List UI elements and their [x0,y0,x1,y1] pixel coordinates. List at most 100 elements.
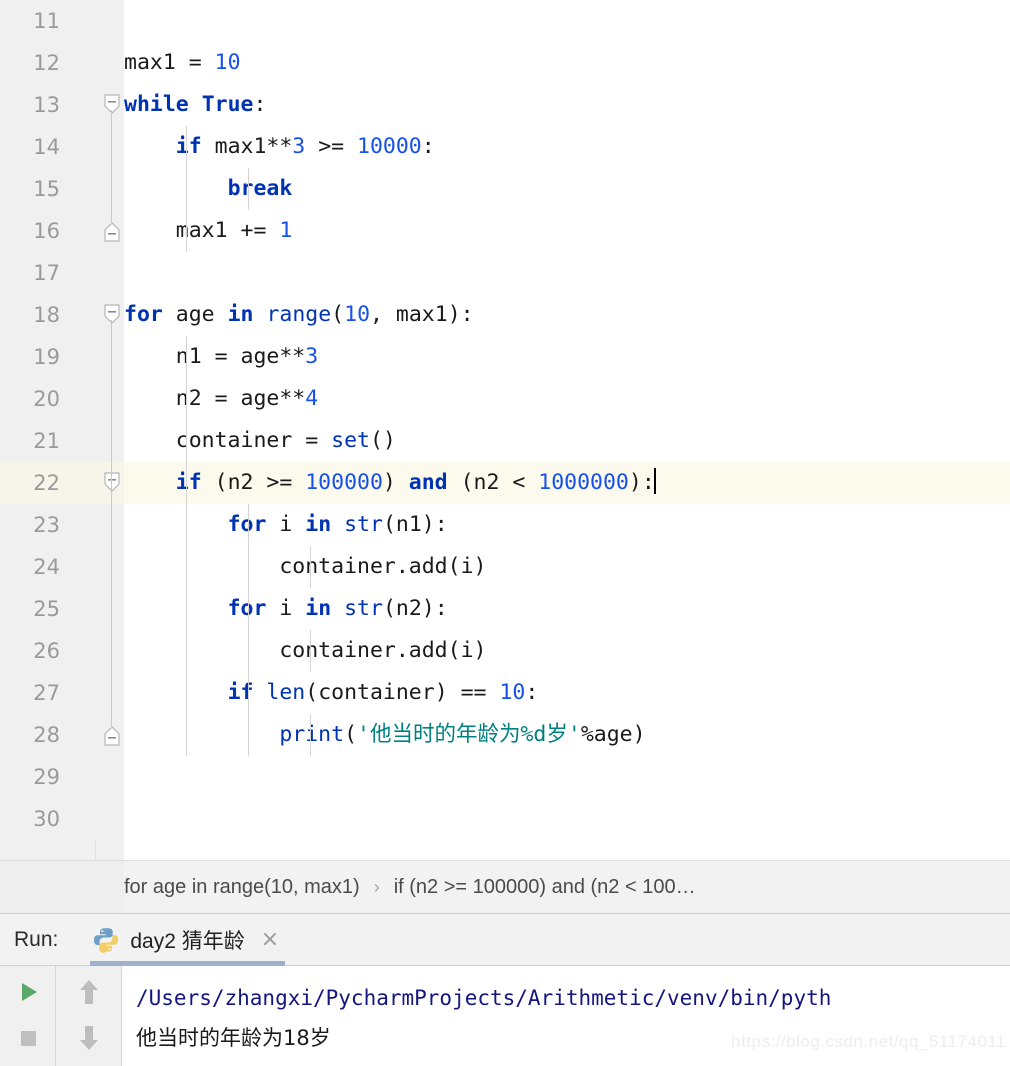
arrow-down-icon[interactable] [66,1020,112,1056]
breadcrumb-item-1[interactable]: if (n2 >= 100000) and (n2 < 100… [394,876,696,899]
run-console: /Users/zhangxi/PycharmProjects/Arithmeti… [0,966,1010,1066]
line-number: 28 [33,723,60,747]
line-background [124,756,1010,798]
fold-collapse-down-icon[interactable] [104,304,120,324]
code-line[interactable]: 23 for i in str(n1): [0,504,1010,546]
arrow-up-icon[interactable] [66,974,112,1010]
code-line[interactable]: 16 max1 += 1 [0,210,1010,252]
line-number: 29 [33,765,60,789]
code-line[interactable]: 26 container.add(i) [0,630,1010,672]
line-number: 20 [33,387,60,411]
fold-region-line [111,320,112,728]
line-number: 26 [33,639,60,663]
line-background [124,252,1010,294]
line-number: 21 [33,429,60,453]
line-number: 16 [33,219,60,243]
code-text: max1 += 1 [175,218,293,243]
code-line[interactable]: 15 break [0,168,1010,210]
indent-guide [185,336,187,756]
code-text: max1 = 10 [124,50,241,75]
run-tool-window-header: Run: day2 猜年龄 × [0,914,1010,966]
indent-guide [247,504,249,756]
close-icon[interactable]: × [261,928,279,951]
code-line[interactable]: 28 print('他当时的年龄为%d岁'%age) [0,714,1010,756]
line-background [124,798,1010,840]
code-text: for i in str(n2): [228,596,448,621]
code-text: container.add(i) [279,638,487,663]
run-label: Run: [14,927,59,951]
line-number: 17 [33,261,60,285]
code-text: container = set() [175,428,396,453]
line-number: 27 [33,681,60,705]
line-number: 22 [33,471,60,495]
code-line[interactable]: 29 [0,756,1010,798]
code-line[interactable]: 21 container = set() [0,420,1010,462]
console-output[interactable]: /Users/zhangxi/PycharmProjects/Arithmeti… [122,966,1010,1066]
code-line[interactable]: 30 [0,798,1010,840]
code-line[interactable]: 13 while True: [0,84,1010,126]
chevron-right-icon: › [373,876,380,897]
indent-guide [247,168,249,210]
console-line-path: /Users/zhangxi/PycharmProjects/Arithmeti… [136,986,832,1010]
text-caret [653,468,656,494]
line-number: 30 [33,807,60,831]
code-text: for age in range(10, max1): [124,302,474,327]
fold-collapse-down-icon[interactable] [104,94,120,114]
line-number: 11 [33,9,60,33]
run-toolbar-primary [0,966,56,1066]
line-number: 24 [33,555,60,579]
run-tab-day2[interactable]: day2 猜年龄 × [84,914,291,966]
line-number: 25 [33,597,60,621]
code-text: if max1**3 >= 10000: [175,134,435,159]
fold-collapse-up-icon[interactable] [104,220,120,242]
fold-region-line [111,110,112,224]
stop-button[interactable] [5,1020,51,1056]
line-number: 12 [33,51,60,75]
line-number: 13 [33,93,60,117]
code-line[interactable]: 17 [0,252,1010,294]
indent-guide [310,546,312,588]
code-text: container.add(i) [279,554,487,579]
code-line[interactable]: 27 if len(container) == 10: [0,672,1010,714]
fold-collapse-up-icon[interactable] [104,724,120,746]
run-button[interactable] [5,974,51,1010]
fold-collapse-down-icon[interactable] [104,472,120,492]
breadcrumb[interactable]: for age in range(10, max1) › if (n2 >= 1… [0,860,1010,914]
code-line[interactable]: 24 container.add(i) [0,546,1010,588]
line-background [124,0,1010,42]
line-number: 18 [33,303,60,327]
code-line[interactable]: 14 if max1**3 >= 10000: [0,126,1010,168]
code-text: n2 = age**4 [175,386,319,411]
code-text: n1 = age**3 [175,344,319,369]
python-icon [92,926,120,954]
run-tab-title: day2 猜年龄 [130,929,245,953]
code-text: print('他当时的年龄为%d岁'%age) [279,722,646,747]
code-line[interactable]: 18 for age in range(10, max1): [0,294,1010,336]
line-number: 23 [33,513,60,537]
pycharm-window: 11 12 max1 = 10 13 while True: 14 if max1**3 … [0,0,1010,1066]
tab-active-underline [90,960,286,966]
code-text: break [227,176,293,201]
code-line[interactable]: 22 if (n2 >= 100000) and (n2 < 1000000): [0,462,1010,504]
line-number: 14 [33,135,60,159]
indent-guide [310,630,312,672]
indent-guide [185,126,187,252]
breadcrumb-item-0[interactable]: for age in range(10, max1) [124,876,360,899]
code-text: while True: [124,92,267,117]
line-number: 19 [33,345,60,369]
code-line[interactable]: 11 [0,0,1010,42]
code-editor[interactable]: 11 12 max1 = 10 13 while True: 14 if max1**3 … [0,0,1010,860]
code-text: for i in str(n1): [228,512,448,537]
line-background [124,42,1010,84]
code-line[interactable]: 19 n1 = age**3 [0,336,1010,378]
line-number: 15 [33,177,60,201]
run-toolbar-secondary [56,966,122,1066]
code-line[interactable]: 12 max1 = 10 [0,42,1010,84]
breadcrumb-gutter-spacer [0,861,124,913]
indent-guide [310,714,312,756]
code-line[interactable]: 25 for i in str(n2): [0,588,1010,630]
code-text: if (n2 >= 100000) and (n2 < 1000000): [175,468,656,495]
code-lines: 11 12 max1 = 10 13 while True: 14 if max1**3 … [0,0,1010,840]
watermark: https://blog.csdn.net/qq_51174011 [731,1032,1006,1051]
code-line[interactable]: 20 n2 = age**4 [0,378,1010,420]
